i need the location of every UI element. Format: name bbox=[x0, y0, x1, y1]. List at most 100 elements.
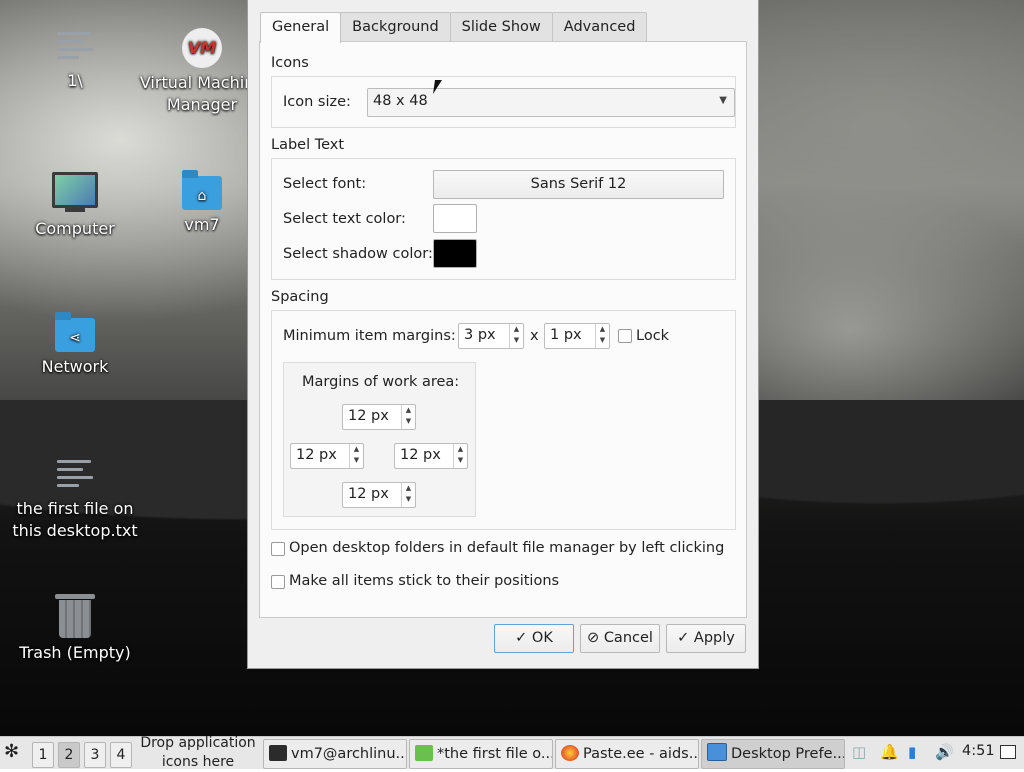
workspace-1-button[interactable]: 1 bbox=[32, 742, 54, 768]
work-area-left-spinbox[interactable]: 12 px ▲ ▼ bbox=[290, 443, 364, 469]
select-font-label: Select font: bbox=[283, 176, 367, 192]
desktop-icon-label: the first file on this desktop.txt bbox=[12, 499, 138, 540]
cancel-button[interactable]: ⊘ Cancel bbox=[580, 624, 660, 653]
check-icon: ✓ bbox=[515, 630, 528, 646]
top-margin-value: 12 px bbox=[348, 408, 389, 424]
spin-arrows-icon[interactable]: ▲ ▼ bbox=[453, 444, 467, 468]
workspace-3-button[interactable]: 3 bbox=[84, 742, 106, 768]
cancel-icon: ⊘ bbox=[587, 630, 600, 646]
lock-checkbox[interactable] bbox=[618, 329, 632, 343]
application-menu-icon[interactable]: ✻ bbox=[4, 741, 19, 767]
task-label: Desktop Prefe... bbox=[731, 746, 845, 762]
tab-general[interactable]: General bbox=[260, 12, 342, 43]
desktop-icon-trash[interactable]: Trash (Empty) bbox=[10, 594, 140, 664]
chevron-down-icon: ▼ bbox=[719, 95, 727, 106]
battery-icon[interactable]: ▮ bbox=[908, 743, 916, 761]
desktop-icon-text-file-2[interactable]: the first file on this desktop.txt bbox=[10, 454, 140, 542]
right-margin-value: 12 px bbox=[400, 447, 441, 463]
open-folders-checkbox[interactable] bbox=[271, 542, 285, 556]
task-label: Paste.ee - aids... bbox=[583, 746, 699, 762]
task-terminal[interactable]: vm7@archlinu... bbox=[263, 739, 407, 769]
desktop-icon-label: Trash (Empty) bbox=[19, 643, 131, 662]
spin-arrows-icon[interactable]: ▲ ▼ bbox=[401, 405, 415, 429]
volume-icon[interactable]: 🔊 bbox=[935, 743, 954, 761]
home-folder-icon: ⌂ bbox=[182, 170, 222, 210]
desktop-icon-network[interactable]: ⋖ Network bbox=[10, 312, 140, 378]
label-text-group: Select font: Sans Serif 12 Select text c… bbox=[271, 158, 736, 280]
lock-label: Lock bbox=[636, 328, 670, 344]
font-chooser-button[interactable]: Sans Serif 12 bbox=[433, 170, 724, 199]
icons-group: Icon size: 48 x 48 ▼ bbox=[271, 76, 736, 128]
clock[interactable]: 4:51 bbox=[962, 743, 995, 759]
select-shadow-color-label: Select shadow color: bbox=[283, 246, 433, 262]
work-area-margins-group: Margins of work area: 12 px ▲ ▼ 12 px ▲ ▼ … bbox=[283, 362, 476, 517]
margin-y-spinbox[interactable]: 1 px ▲ ▼ bbox=[544, 323, 610, 349]
tab-background[interactable]: Background bbox=[340, 12, 451, 41]
text-file-icon bbox=[55, 454, 95, 494]
shadow-color-button[interactable] bbox=[433, 239, 477, 268]
show-desktop-icon[interactable] bbox=[1000, 745, 1016, 759]
text-file-icon bbox=[55, 26, 95, 66]
bottom-margin-value: 12 px bbox=[348, 486, 389, 502]
margin-x-value: 3 px bbox=[464, 327, 496, 343]
tab-slide-show[interactable]: Slide Show bbox=[449, 12, 553, 41]
icon-size-label: Icon size: bbox=[283, 94, 351, 110]
desktop-icon-label: 1\ bbox=[67, 71, 83, 90]
taskbar: ✻ 1 2 3 4 Drop application icons here vm… bbox=[0, 735, 1024, 770]
launcher-drop-hint: Drop application icons here bbox=[140, 735, 256, 770]
desktop-icon-label: Computer bbox=[35, 219, 115, 238]
task-desktop-preferences[interactable]: Desktop Prefe... bbox=[701, 739, 845, 769]
spacing-section-title: Spacing bbox=[271, 289, 329, 305]
spin-arrows-icon[interactable]: ▲ ▼ bbox=[349, 444, 363, 468]
tab-bar: General Background Slide Show Advanced bbox=[260, 12, 648, 43]
clipboard-icon[interactable]: ◫ bbox=[852, 743, 866, 761]
apply-label: Apply bbox=[693, 630, 735, 646]
spacing-group: Minimum item margins: 3 px ▲ ▼ x 1 px ▲ ▼ … bbox=[271, 310, 736, 530]
margin-y-value: 1 px bbox=[550, 327, 582, 343]
workspace-4-button[interactable]: 4 bbox=[110, 742, 132, 768]
firefox-icon bbox=[561, 745, 579, 761]
preferences-window-icon bbox=[707, 743, 727, 761]
trash-icon bbox=[55, 594, 95, 638]
work-area-bottom-spinbox[interactable]: 12 px ▲ ▼ bbox=[342, 482, 416, 508]
spin-arrows-icon[interactable]: ▲ ▼ bbox=[595, 324, 609, 348]
virt-manager-icon: VM bbox=[182, 28, 222, 68]
workspace-2-button[interactable]: 2 bbox=[58, 742, 80, 768]
work-area-top-spinbox[interactable]: 12 px ▲ ▼ bbox=[342, 404, 416, 430]
spin-arrows-icon[interactable]: ▲ ▼ bbox=[401, 483, 415, 507]
check-icon: ✓ bbox=[677, 630, 690, 646]
text-color-button[interactable] bbox=[433, 204, 477, 233]
margin-separator: x bbox=[530, 328, 539, 344]
task-firefox[interactable]: Paste.ee - aids... bbox=[555, 739, 699, 769]
desktop-icon-label: vm7 bbox=[184, 215, 220, 234]
stick-items-checkbox[interactable] bbox=[271, 575, 285, 589]
icon-size-value: 48 x 48 bbox=[373, 93, 428, 109]
tab-advanced[interactable]: Advanced bbox=[551, 12, 648, 41]
ok-label: OK bbox=[531, 630, 553, 646]
stick-items-label: Make all items stick to their positions bbox=[289, 573, 560, 589]
desktop-icon-computer[interactable]: Computer bbox=[10, 172, 140, 240]
desktop-icon-text-file-1[interactable]: 1\ bbox=[10, 26, 140, 92]
icons-section-title: Icons bbox=[271, 55, 309, 71]
ok-button[interactable]: ✓ OK bbox=[494, 624, 574, 653]
text-editor-icon bbox=[415, 745, 433, 761]
margin-x-spinbox[interactable]: 3 px ▲ ▼ bbox=[458, 323, 524, 349]
terminal-icon bbox=[269, 745, 287, 761]
general-tab-page: Icons Icon size: 48 x 48 ▼ Label Text Se… bbox=[259, 41, 747, 618]
cancel-label: Cancel bbox=[603, 630, 653, 646]
work-area-right-spinbox[interactable]: 12 px ▲ ▼ bbox=[394, 443, 468, 469]
network-folder-icon: ⋖ bbox=[55, 312, 95, 352]
desktop-preferences-dialog: General Background Slide Show Advanced I… bbox=[247, 0, 759, 669]
desktop-icon-label: Virtual Machine Manager bbox=[139, 73, 265, 114]
task-label: vm7@archlinu... bbox=[291, 746, 407, 762]
minimum-item-margins-label: Minimum item margins: bbox=[283, 328, 456, 344]
left-margin-value: 12 px bbox=[296, 447, 337, 463]
select-text-color-label: Select text color: bbox=[283, 211, 406, 227]
label-text-section-title: Label Text bbox=[271, 137, 345, 153]
icon-size-dropdown[interactable]: 48 x 48 ▼ bbox=[367, 88, 735, 117]
desktop-icon-label: Network bbox=[41, 357, 109, 376]
notification-bell-icon[interactable]: 🔔 bbox=[880, 743, 899, 761]
apply-button[interactable]: ✓ Apply bbox=[666, 624, 746, 653]
task-text-editor[interactable]: *the first file o... bbox=[409, 739, 553, 769]
spin-arrows-icon[interactable]: ▲ ▼ bbox=[509, 324, 523, 348]
